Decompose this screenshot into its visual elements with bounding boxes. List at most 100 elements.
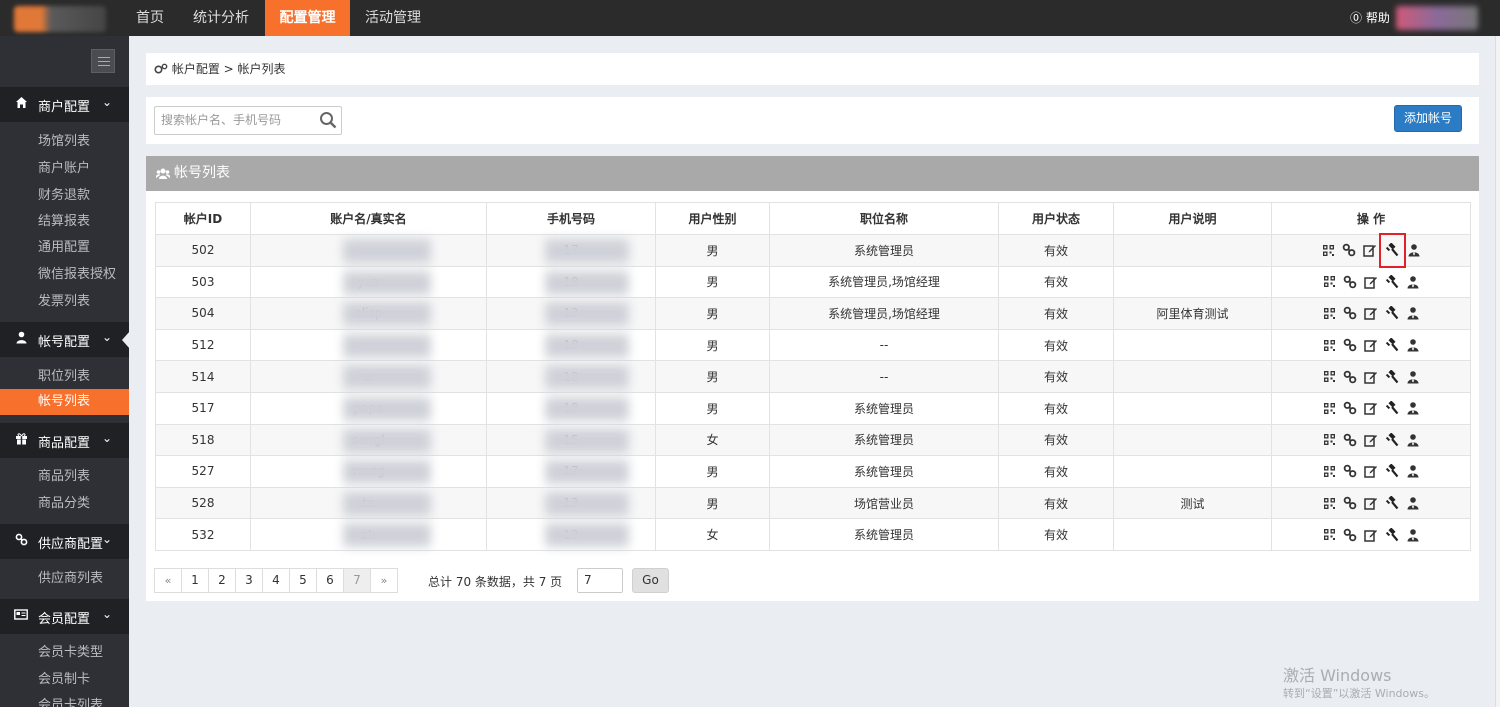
sidebar-section-merchant[interactable]: 商户配置 ⌄	[0, 87, 129, 122]
column-header[interactable]: 账户名/真实名	[250, 202, 487, 235]
column-header[interactable]: 帐户ID	[155, 202, 251, 235]
user-tie-icon[interactable]	[1405, 273, 1422, 290]
page-button[interactable]: 2	[208, 568, 236, 593]
page-prev-button[interactable]: «	[154, 568, 182, 593]
page-button[interactable]: 4	[262, 568, 290, 593]
column-header[interactable]: 用户状态	[998, 202, 1114, 235]
sidebar-section-goods[interactable]: 商品配置 ⌄	[0, 423, 129, 458]
link-icon[interactable]	[1342, 305, 1359, 322]
page-button[interactable]: 3	[235, 568, 263, 593]
nav-config-management[interactable]: 配置管理	[265, 0, 350, 36]
user-tie-icon[interactable]	[1405, 337, 1422, 354]
qrcode-icon[interactable]	[1321, 495, 1338, 512]
link-icon[interactable]	[1342, 368, 1359, 385]
sidebar-item-venue-list[interactable]: 场馆列表	[0, 129, 129, 155]
page-button[interactable]: 5	[289, 568, 317, 593]
user-avatar[interactable]	[1396, 6, 1478, 30]
gavel-icon[interactable]	[1378, 232, 1406, 268]
user-tie-icon[interactable]	[1405, 526, 1422, 543]
sidebar-item-supplier-list[interactable]: 供应商列表	[0, 566, 129, 592]
sidebar-item-invoice-list[interactable]: 发票列表	[0, 289, 129, 315]
gavel-icon[interactable]	[1384, 431, 1401, 448]
sidebar-item-finance-refund[interactable]: 财务退款	[0, 183, 129, 209]
gavel-icon[interactable]	[1384, 526, 1401, 543]
gavel-icon[interactable]	[1384, 337, 1401, 354]
page-button[interactable]: 1	[181, 568, 209, 593]
qrcode-icon[interactable]	[1320, 242, 1337, 259]
gavel-icon[interactable]	[1384, 495, 1401, 512]
edit-icon[interactable]	[1363, 463, 1380, 480]
gavel-icon[interactable]	[1384, 305, 1401, 322]
link-icon[interactable]	[1342, 463, 1359, 480]
gavel-icon[interactable]	[1384, 400, 1401, 417]
link-icon[interactable]	[1342, 495, 1359, 512]
cell-name: wang	[250, 455, 487, 488]
edit-icon[interactable]	[1362, 242, 1379, 259]
link-icon[interactable]	[1342, 526, 1359, 543]
sidebar-section-account[interactable]: 帐号配置 ⌄	[0, 322, 129, 357]
sidebar-item-account-list[interactable]: 帐号列表	[0, 389, 129, 415]
page-button[interactable]: 6	[316, 568, 344, 593]
sidebar-toggle-button[interactable]	[91, 49, 115, 73]
sidebar-item-member-card-type[interactable]: 会员卡类型	[0, 640, 129, 666]
edit-icon[interactable]	[1363, 431, 1380, 448]
user-tie-icon[interactable]	[1406, 242, 1423, 259]
user-tie-icon[interactable]	[1405, 495, 1422, 512]
nav-statistics[interactable]: 统计分析	[188, 0, 254, 36]
user-tie-icon[interactable]	[1405, 400, 1422, 417]
sidebar-item-goods-list[interactable]: 商品列表	[0, 464, 129, 490]
help-link[interactable]: ⓪ 帮助	[1350, 0, 1390, 36]
qrcode-icon[interactable]	[1321, 337, 1338, 354]
edit-icon[interactable]	[1363, 337, 1380, 354]
link-icon[interactable]	[1342, 431, 1359, 448]
link-icon[interactable]	[1342, 337, 1359, 354]
edit-icon[interactable]	[1363, 368, 1380, 385]
qrcode-icon[interactable]	[1321, 368, 1338, 385]
sidebar-item-member-card-list[interactable]: 会员卡列表	[0, 693, 129, 707]
column-header[interactable]: 手机号码	[486, 202, 656, 235]
edit-icon[interactable]	[1363, 400, 1380, 417]
column-header[interactable]: 用户性别	[655, 202, 770, 235]
edit-icon[interactable]	[1363, 273, 1380, 290]
sidebar-item-goods-category[interactable]: 商品分类	[0, 491, 129, 517]
gavel-icon[interactable]	[1384, 368, 1401, 385]
search-icon[interactable]	[319, 111, 337, 129]
goto-page-input[interactable]: 7	[577, 568, 623, 593]
sidebar-item-merchant-account[interactable]: 商户账户	[0, 156, 129, 182]
sidebar-item-member-card-make[interactable]: 会员制卡	[0, 667, 129, 693]
user-tie-icon[interactable]	[1405, 305, 1422, 322]
page-button-current[interactable]: 7	[343, 568, 371, 593]
qrcode-icon[interactable]	[1321, 526, 1338, 543]
link-icon[interactable]	[1342, 400, 1359, 417]
qrcode-icon[interactable]	[1321, 431, 1338, 448]
nav-home[interactable]: 首页	[129, 0, 171, 36]
qrcode-icon[interactable]	[1321, 463, 1338, 480]
qrcode-icon[interactable]	[1321, 305, 1338, 322]
column-header[interactable]: 职位名称	[769, 202, 999, 235]
gavel-icon[interactable]	[1384, 273, 1401, 290]
sidebar-item-settlement-report[interactable]: 结算报表	[0, 209, 129, 235]
sidebar-section-member[interactable]: 会员配置 ⌄	[0, 599, 129, 634]
edit-icon[interactable]	[1363, 495, 1380, 512]
qrcode-icon[interactable]	[1321, 273, 1338, 290]
user-tie-icon[interactable]	[1405, 463, 1422, 480]
page-next-button[interactable]: »	[370, 568, 398, 593]
nav-activity-management[interactable]: 活动管理	[360, 0, 426, 36]
edit-icon[interactable]	[1363, 305, 1380, 322]
gavel-icon[interactable]	[1384, 463, 1401, 480]
add-account-button[interactable]: 添加帐号	[1394, 105, 1462, 132]
user-tie-icon[interactable]	[1405, 368, 1422, 385]
search-input[interactable]: 搜索帐户名、手机号码	[154, 106, 342, 135]
link-icon[interactable]	[1341, 242, 1358, 259]
go-button[interactable]: Go	[632, 568, 669, 593]
sidebar-item-wechat-report-auth[interactable]: 微信报表授权	[0, 262, 129, 288]
sidebar-section-supplier[interactable]: 供应商配置 ⌄	[0, 524, 129, 559]
user-tie-icon[interactable]	[1405, 431, 1422, 448]
edit-icon[interactable]	[1363, 526, 1380, 543]
scrollbar[interactable]	[1495, 36, 1500, 707]
sidebar-item-position-list[interactable]: 职位列表	[0, 364, 129, 390]
qrcode-icon[interactable]	[1321, 400, 1338, 417]
sidebar-item-general-config[interactable]: 通用配置	[0, 235, 129, 261]
link-icon[interactable]	[1342, 273, 1359, 290]
column-header[interactable]: 用户说明	[1113, 202, 1272, 235]
